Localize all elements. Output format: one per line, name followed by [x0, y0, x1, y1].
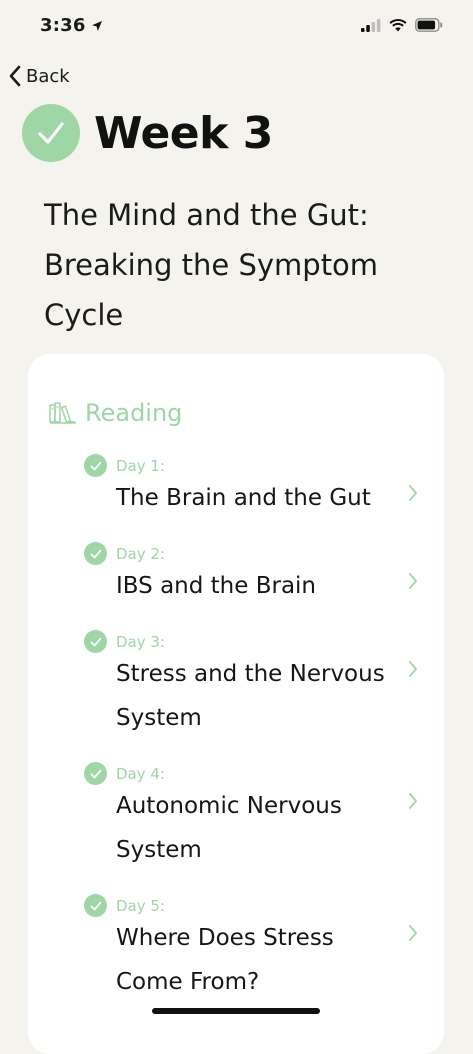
- lesson-title: IBS and the Brain: [116, 573, 317, 599]
- back-label: Back: [26, 65, 70, 87]
- week-subtitle: The Mind and the Gut: Breaking the Sympt…: [44, 198, 379, 332]
- location-arrow-icon: [91, 20, 102, 31]
- chevron-right-icon: [409, 573, 417, 589]
- lesson-day-label: Day 4:: [116, 765, 165, 783]
- lesson-complete-check-icon: [84, 454, 107, 477]
- lesson-item-day-3[interactable]: Day 3: Stress and the Nervous System: [84, 630, 418, 742]
- cellular-signal-icon: [361, 18, 381, 32]
- chevron-left-icon: [9, 65, 21, 87]
- lesson-day-label: Day 3:: [116, 633, 165, 651]
- lesson-item-day-5[interactable]: Day 5: Where Does Stress Come From?: [84, 894, 418, 1006]
- lesson-item-day-4[interactable]: Day 4: Autonomic Nervous System: [84, 762, 418, 874]
- page-title: Week 3: [94, 107, 273, 159]
- reading-card: Reading Day 1: The Brain and the Gut Day…: [28, 354, 444, 1054]
- week-complete-check-icon: [22, 104, 80, 162]
- lesson-complete-check-icon: [84, 542, 107, 565]
- status-time: 3:36: [40, 15, 103, 36]
- battery-icon: [415, 18, 443, 32]
- status-bar: 3:36: [0, 0, 473, 54]
- lesson-item-day-2[interactable]: Day 2: IBS and the Brain: [84, 542, 418, 612]
- chevron-right-icon: [409, 793, 417, 809]
- lesson-item-day-1[interactable]: Day 1: The Brain and the Gut: [84, 454, 418, 524]
- chevron-right-icon: [409, 661, 417, 677]
- lesson-complete-check-icon: [84, 762, 107, 785]
- lesson-complete-check-icon: [84, 894, 107, 917]
- lesson-title: Where Does Stress Come From?: [116, 925, 334, 995]
- lesson-title: Stress and the Nervous System: [116, 661, 385, 731]
- home-indicator[interactable]: [152, 1008, 320, 1014]
- back-button[interactable]: Back: [8, 62, 70, 90]
- lesson-day-label: Day 1:: [116, 457, 165, 475]
- chevron-right-icon: [409, 925, 417, 941]
- section-header-reading: Reading: [49, 399, 182, 427]
- wifi-icon: [389, 18, 407, 31]
- status-time-text: 3:36: [40, 15, 86, 36]
- lesson-day-label: Day 2:: [116, 545, 165, 563]
- section-label: Reading: [85, 399, 183, 427]
- lesson-title: Autonomic Nervous System: [116, 793, 342, 863]
- week-header: Week 3: [22, 104, 273, 162]
- status-indicators: [361, 18, 443, 32]
- lesson-day-label: Day 5:: [116, 897, 165, 915]
- books-icon: [49, 402, 76, 424]
- lesson-complete-check-icon: [84, 630, 107, 653]
- chevron-right-icon: [409, 485, 417, 501]
- lesson-title: The Brain and the Gut: [116, 485, 371, 511]
